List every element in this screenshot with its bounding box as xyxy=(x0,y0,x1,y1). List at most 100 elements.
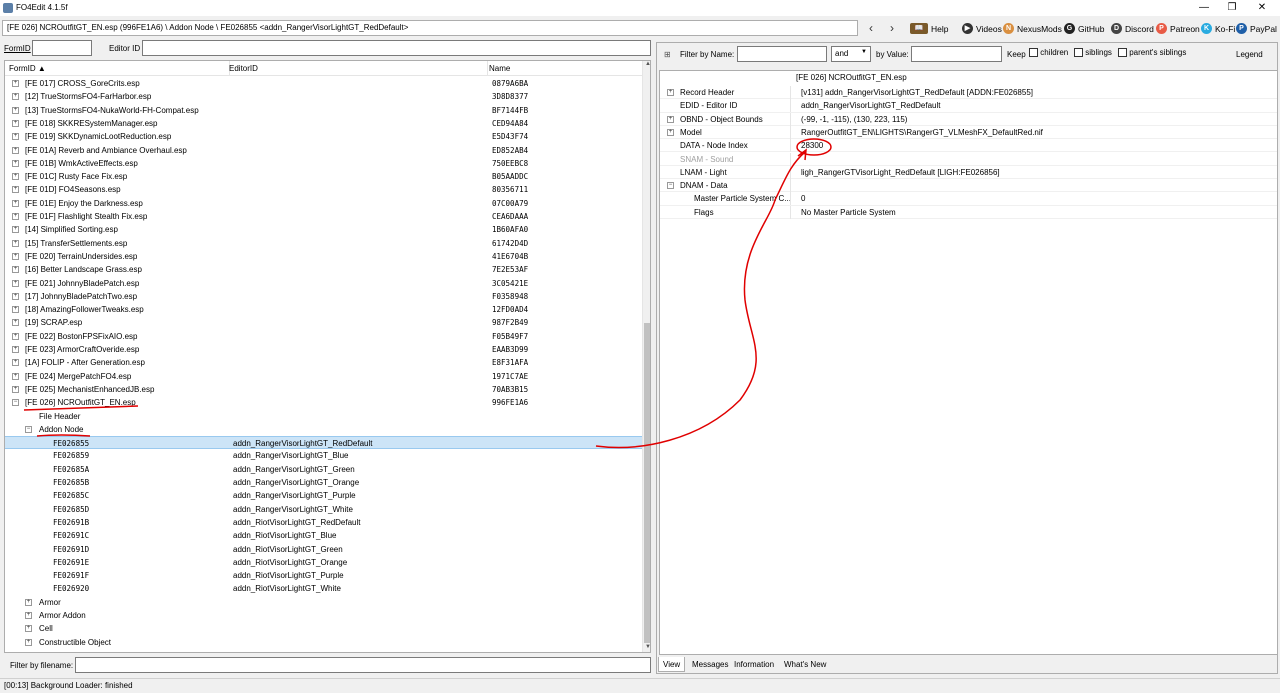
tree-row[interactable]: − [FE 026] NCROutfitGT_EN.esp 996FE1A6 xyxy=(5,396,642,409)
children-checkbox[interactable]: children xyxy=(1029,48,1068,58)
tree-row[interactable]: FE026859 addn_RangerVisorLightGT_Blue xyxy=(5,449,642,462)
tree-row[interactable]: File Header xyxy=(5,410,642,423)
tree-row[interactable]: + [FE 019] SKKDynamicLootReduction.esp E5D… xyxy=(5,130,642,143)
tree-scrollbar[interactable]: ▲ ▼ xyxy=(642,61,650,652)
scroll-down-icon[interactable]: ▼ xyxy=(644,644,650,652)
expand-icon[interactable]: + xyxy=(12,279,19,287)
expand-icon[interactable]: + xyxy=(12,159,19,167)
github-link[interactable]: G GitHub xyxy=(1064,23,1104,34)
kofi-link[interactable]: K Ko-Fi xyxy=(1201,23,1235,34)
property-row[interactable]: LNAM - Light ligh_RangerGTVisorLight_RedD… xyxy=(660,165,1277,180)
tree-row[interactable]: + [FE 025] MechanistEnhancedJB.esp 70AB3B1… xyxy=(5,383,642,396)
tab-messages[interactable]: Messages xyxy=(688,657,732,672)
tree-row[interactable]: + [18] AmazingFollowerTweaks.esp 12FD0AD4 xyxy=(5,303,642,316)
scrollbar-thumb[interactable] xyxy=(644,323,650,643)
tree-row[interactable]: FE02691E addn_RiotVisorLightGT_Orange xyxy=(5,556,642,569)
expand-icon[interactable]: + xyxy=(12,385,19,393)
tab-view[interactable]: View xyxy=(658,657,686,672)
maximize-button[interactable]: ❐ xyxy=(1218,0,1246,16)
expand-icon[interactable]: − xyxy=(12,399,19,407)
expand-icon[interactable]: + xyxy=(12,133,19,141)
tree-row[interactable]: + [FE 01D] FO4Seasons.esp 80356711 xyxy=(5,183,642,196)
tree-row[interactable]: + [12] TrueStormsFO4-FarHarbor.esp 3D8D837… xyxy=(5,90,642,103)
col-name[interactable]: Name xyxy=(489,64,510,73)
close-button[interactable]: ✕ xyxy=(1248,0,1276,16)
expand-icon[interactable]: + xyxy=(12,226,19,234)
tree-row[interactable]: + Cell xyxy=(5,622,642,635)
tree-row[interactable]: + [13] TrueStormsFO4-NukaWorld-FH-Compat.… xyxy=(5,104,642,117)
tree-row[interactable]: + [15] TransferSettlements.esp 61742D4D xyxy=(5,237,642,250)
tree-row[interactable]: + [FE 024] MergePatchFO4.esp 1971C7AE xyxy=(5,370,642,383)
tree-row[interactable]: + [FE 020] TerrainUndersides.esp 41E6704B xyxy=(5,250,642,263)
record-path-field[interactable]: [FE 026] NCROutfitGT_EN.esp (996FE1A6) \… xyxy=(2,20,858,36)
expand-icon[interactable]: + xyxy=(667,128,674,136)
expand-icon[interactable]: + xyxy=(12,319,19,327)
filter-name-input[interactable] xyxy=(737,46,827,62)
tree-row[interactable]: FE026920 addn_RiotVisorLightGT_White xyxy=(5,582,642,595)
scroll-up-icon[interactable]: ▲ xyxy=(644,61,650,71)
parents-siblings-checkbox[interactable]: parent's siblings xyxy=(1118,48,1186,58)
expand-icon[interactable]: + xyxy=(12,332,19,340)
property-row[interactable]: SNAM - Sound xyxy=(660,152,1277,166)
property-row[interactable]: − DNAM - Data xyxy=(660,179,1277,193)
tree-row[interactable]: − Addon Node xyxy=(5,423,642,436)
property-row[interactable]: DATA - Node Index 28300 xyxy=(660,139,1277,153)
expand-icon[interactable]: + xyxy=(12,252,19,260)
filter-filename-input[interactable] xyxy=(75,657,651,673)
tree-row[interactable]: FE02685C addn_RangerVisorLightGT_Purple xyxy=(5,489,642,502)
tree-row[interactable]: + Armor Addon xyxy=(5,609,642,622)
nexusmods-link[interactable]: N NexusMods xyxy=(1003,23,1062,34)
record-tree[interactable]: FormID ▲ EditorID Name + [FE 017] CROSS_G… xyxy=(4,60,651,653)
expand-icon[interactable]: + xyxy=(12,106,19,114)
tree-row[interactable]: FE02685D addn_RangerVisorLightGT_White xyxy=(5,503,642,516)
expand-icon[interactable]: + xyxy=(12,372,19,380)
tree-row[interactable]: + [14] Simplified Sorting.esp 1B60AFA0 xyxy=(5,223,642,236)
tree-row[interactable]: FE02691B addn_RiotVisorLightGT_RedDefault xyxy=(5,516,642,529)
siblings-checkbox[interactable]: siblings xyxy=(1074,48,1112,58)
tree-row[interactable]: + Constructible Object xyxy=(5,636,642,649)
expand-icon[interactable]: + xyxy=(12,80,19,87)
tree-row[interactable]: + [FE 01B] WmkActiveEffects.esp 750EEBC8 xyxy=(5,157,642,170)
expand-icon[interactable]: + xyxy=(12,199,19,207)
tab-information[interactable]: Information xyxy=(730,657,778,672)
legend-button[interactable]: Legend xyxy=(1236,50,1263,59)
expand-icon[interactable]: + xyxy=(25,625,32,633)
property-row[interactable]: Flags No Master Particle System xyxy=(660,205,1277,219)
tree-row[interactable]: + [FE 01E] Enjoy the Darkness.esp 07C00A79 xyxy=(5,197,642,210)
paypal-link[interactable]: P PayPal xyxy=(1236,23,1277,34)
record-properties[interactable]: [FE 026] NCROutfitGT_EN.esp + Record Head… xyxy=(659,70,1278,655)
tree-row[interactable]: FE02685A addn_RangerVisorLightGT_Green xyxy=(5,463,642,476)
tree-row[interactable]: + [19] SCRAP.esp 987F2B49 xyxy=(5,316,642,329)
expand-icon[interactable]: + xyxy=(12,346,19,353)
tree-row[interactable]: + [FE 017] CROSS_GoreCrits.esp 0879A6BA xyxy=(5,77,642,90)
patreon-link[interactable]: P Patreon xyxy=(1156,23,1200,34)
property-row[interactable]: EDID - Editor ID addn_RangerVisorLightGT_… xyxy=(660,99,1277,113)
expand-icon[interactable]: + xyxy=(12,306,19,314)
expand-icon[interactable]: + xyxy=(12,213,19,220)
tree-row[interactable]: + Armor xyxy=(5,596,642,609)
filter-value-input[interactable] xyxy=(911,46,1002,62)
tree-row[interactable]: + [FE 01F] Flashlight Stealth Fix.esp CEA6… xyxy=(5,210,642,223)
expand-icon[interactable]: + xyxy=(12,93,19,101)
col-editorid[interactable]: EditorID xyxy=(229,64,258,73)
tree-row[interactable]: + [FE 022] BostonFPSFixAIO.esp F05B49F7 xyxy=(5,330,642,343)
expand-icon[interactable]: + xyxy=(25,598,32,606)
col-formid[interactable]: FormID ▲ xyxy=(9,64,46,73)
expand-icon[interactable]: + xyxy=(12,359,19,367)
expand-icon[interactable]: + xyxy=(12,173,19,181)
tree-row[interactable]: + [FE 021] JohnnyBladePatch.esp 3C05421E xyxy=(5,277,642,290)
expand-icon[interactable]: + xyxy=(667,115,674,123)
tree-row[interactable]: + [FE 01C] Rusty Face Fix.esp B05AADDC xyxy=(5,170,642,183)
tree-row[interactable]: + [FE 023] ArmorCraftOveride.esp EAAB3D99 xyxy=(5,343,642,356)
tree-row[interactable]: + [17] JohnnyBladePatchTwo.esp F0358948 xyxy=(5,290,642,303)
expand-icon[interactable]: + xyxy=(12,292,19,300)
formid-input[interactable] xyxy=(32,40,92,56)
tree-row[interactable]: + [FE 01A] Reverb and Ambiance Overhaul.e… xyxy=(5,144,642,157)
tree-row[interactable]: + [FE 018] SKKRESystemManager.esp CED94A84 xyxy=(5,117,642,130)
tree-row[interactable]: FE02685B addn_RangerVisorLightGT_Orange xyxy=(5,476,642,489)
property-row[interactable]: Master Particle System C... 0 xyxy=(660,192,1277,206)
property-row[interactable]: + Record Header [v131] addn_RangerVisorLig… xyxy=(660,86,1277,100)
videos-link[interactable]: ▶ Videos xyxy=(962,23,1002,34)
expand-icon[interactable]: + xyxy=(12,119,19,127)
expand-icon[interactable]: + xyxy=(25,612,32,619)
